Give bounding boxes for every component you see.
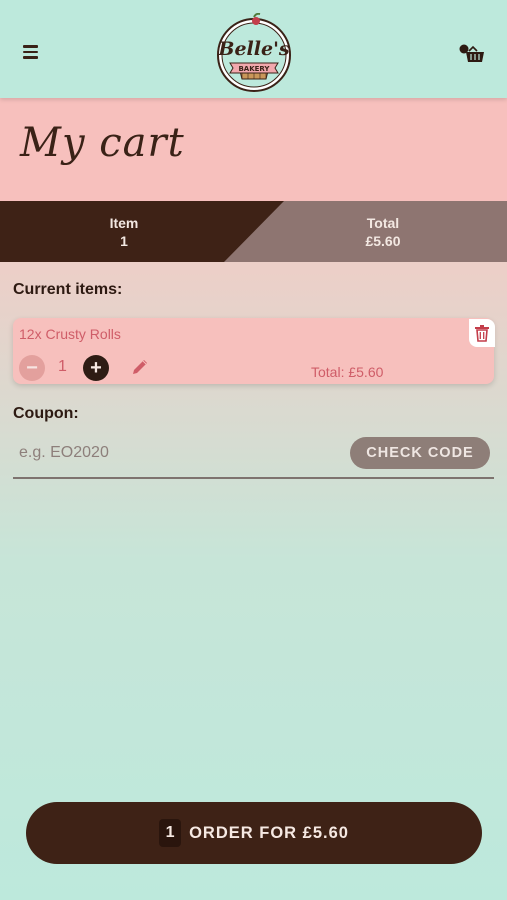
- title-band: My cart: [0, 98, 507, 201]
- plus-icon: +: [90, 357, 102, 379]
- shopping-basket-icon[interactable]: [457, 42, 485, 66]
- increase-quantity-button[interactable]: +: [83, 355, 109, 381]
- trash-icon: [475, 325, 489, 342]
- minus-icon: −: [26, 357, 38, 379]
- summary-item-label: Item: [109, 215, 139, 231]
- app-header: Belle's BAKERY: [0, 0, 507, 98]
- summary-total: Total £5.60: [333, 214, 433, 250]
- coupon-input[interactable]: [13, 436, 355, 470]
- delete-item-button[interactable]: [469, 319, 495, 347]
- cart-item-card: 12x Crusty Rolls − 1 + Total: £5.60: [13, 318, 495, 384]
- cart-item-name: 12x Crusty Rolls: [19, 326, 121, 342]
- summary-total-value: £5.60: [365, 233, 401, 249]
- decrease-quantity-button[interactable]: −: [19, 355, 45, 381]
- current-items-heading: Current items:: [13, 281, 123, 298]
- coupon-underline: [13, 477, 494, 479]
- check-code-button[interactable]: CHECK CODE: [350, 437, 490, 469]
- cart-item-total: Total: £5.60: [311, 364, 384, 380]
- logo-subtext: BAKERY: [238, 65, 270, 73]
- order-button[interactable]: 1 ORDER FOR £5.60: [26, 802, 482, 864]
- order-item-count-badge: 1: [159, 819, 182, 847]
- belles-bakery-logo[interactable]: Belle's BAKERY: [212, 13, 296, 93]
- pencil-edit-icon[interactable]: [130, 357, 150, 377]
- summary-item-count: Item 1: [74, 214, 174, 250]
- logo-text: Belle's: [217, 38, 289, 60]
- cart-summary-bar: Item 1 Total £5.60: [0, 201, 507, 262]
- quantity-value: 1: [58, 358, 67, 375]
- hamburger-menu-icon[interactable]: [23, 45, 38, 59]
- summary-item-value: 1: [120, 233, 128, 249]
- summary-total-label: Total: [366, 215, 400, 231]
- order-button-label: ORDER FOR £5.60: [189, 823, 349, 842]
- coupon-heading: Coupon:: [13, 405, 79, 422]
- page-title: My cart: [20, 120, 185, 166]
